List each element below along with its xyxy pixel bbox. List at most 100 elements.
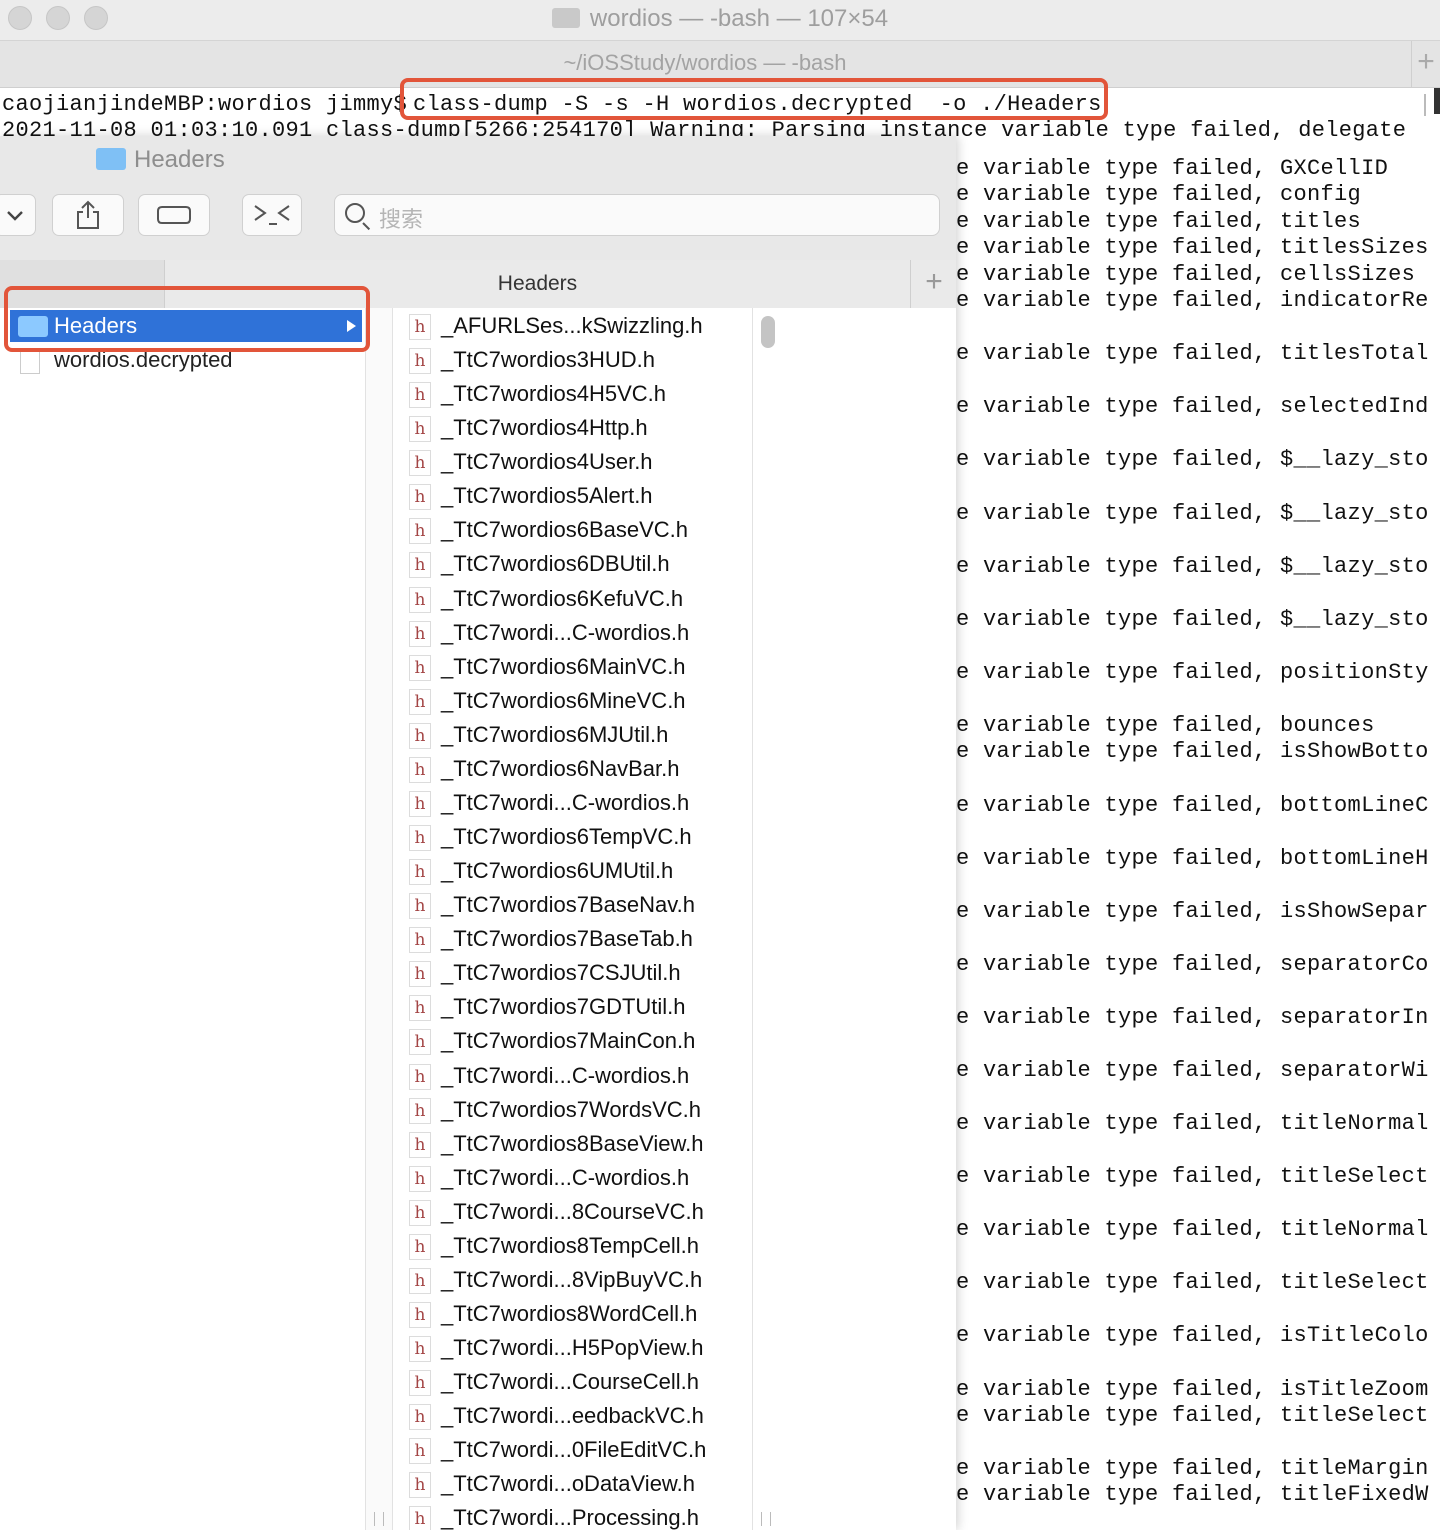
search-field[interactable]: 搜索 [334,194,940,236]
file-row[interactable]: h _TtC7wordi...8VipBuyVC.h [393,1263,753,1297]
file-row[interactable]: h _TtC7wordios8BaseView.h [393,1127,753,1161]
file-name: _TtC7wordios4H5VC.h [441,381,666,407]
file-row[interactable]: h _TtC7wordi...8CourseVC.h [393,1195,753,1229]
terminal-output-line: e variable type failed, isTitleColo [956,1323,1429,1348]
file-row[interactable]: h _TtC7wordios4Http.h [393,411,753,445]
file-row[interactable]: h _TtC7wordios8TempCell.h [393,1229,753,1263]
terminal-output-line: e variable type failed, config [956,182,1362,207]
header-file-icon: h [409,382,431,409]
file-row[interactable]: h _TtC7wordios6MineVC.h [393,684,753,718]
header-file-icon: h [409,825,431,852]
file-row[interactable]: h _TtC7wordi...CourseCell.h [393,1365,753,1399]
header-file-icon: h [409,722,431,749]
terminal-output-line: e variable type failed, isShowBotto [956,739,1429,764]
header-file-icon: h [409,484,431,511]
header-file-icon: h [409,927,431,954]
terminal-tab[interactable]: ~/iOSStudy/wordios — -bash [0,50,1410,76]
resize-grip-icon[interactable] [374,1512,384,1526]
terminal-output-line: e variable type failed, titleFixedW [956,1482,1429,1507]
file-row[interactable]: h _TtC7wordios6MJUtil.h [393,718,753,752]
file-row[interactable]: h _TtC7wordi...C-wordios.h [393,786,753,820]
file-name: _TtC7wordios7GDTUtil.h [441,994,686,1020]
header-file-icon: h [409,348,431,375]
file-row[interactable]: h _TtC7wordi...oDataView.h [393,1467,753,1501]
file-name: _TtC7wordios6MainVC.h [441,653,686,679]
scrollbar-thumb[interactable] [761,316,775,348]
file-row[interactable]: h _TtC7wordi...C-wordios.h [393,1161,753,1195]
file-name: _TtC7wordi...Processing.h [441,1505,699,1530]
file-row[interactable]: h _TtC7wordios4H5VC.h [393,377,753,411]
header-file-icon: h [409,552,431,579]
chevron-down-icon [7,211,23,221]
file-row[interactable]: h _TtC7wordios7MainCon.h [393,1024,753,1058]
header-file-icon: h [409,620,431,647]
file-row[interactable]: h _TtC7wordios6TempVC.h [393,820,753,854]
file-row[interactable]: h _TtC7wordios7BaseTab.h [393,922,753,956]
tags-button[interactable] [138,194,210,236]
file-name: _AFURLSes...kSwizzling.h [441,313,703,338]
header-file-icon: h [409,1506,431,1530]
command-highlight [400,78,1108,120]
terminal-scrollbar[interactable] [1434,88,1440,114]
file-name: _TtC7wordios6MJUtil.h [441,721,669,747]
file-row[interactable]: h _TtC7wordios6DBUtil.h [393,547,753,581]
file-row[interactable]: h _TtC7wordios4User.h [393,445,753,479]
file-name: _TtC7wordios6KefuVC.h [441,585,684,611]
file-row[interactable]: h _TtC7wordios6UMUtil.h [393,854,753,888]
file-row[interactable]: h _TtC7wordios7WordsVC.h [393,1093,753,1127]
file-row[interactable]: h _TtC7wordi...C-wordios.h [393,1059,753,1093]
file-name: _TtC7wordi...8CourseVC.h [441,1198,704,1224]
file-row[interactable]: h _TtC7wordios5Alert.h [393,479,753,513]
header-file-icon: h [409,1370,431,1397]
tag-icon [157,206,191,224]
terminal-output-line: e variable type failed, $__lazy_sto [956,447,1429,472]
file-name: _TtC7wordios4User.h [441,449,653,475]
share-icon [77,200,99,229]
file-row[interactable]: h _TtC7wordios6NavBar.h [393,752,753,786]
file-name: _TtC7wordios6NavBar.h [441,755,680,781]
file-name: _TtC7wordios3HUD.h [441,347,655,373]
finder-column-1: Headers wordios.decrypted [0,308,366,1530]
terminal-output-line: e variable type failed, separatorWi [956,1058,1429,1083]
open-in-terminal-button[interactable] [242,194,302,236]
add-column-button[interactable]: + [910,260,956,308]
header-file-icon: h [409,654,431,681]
file-name: _TtC7wordios4Http.h [441,415,648,441]
terminal-output-line: e variable type failed, titles [956,209,1362,234]
file-row[interactable]: h _TtC7wordi...H5PopView.h [393,1331,753,1365]
terminal-output-line: e variable type failed, indicatorRe [956,288,1429,313]
headers-folder-highlight [4,286,370,352]
resize-grip-icon[interactable] [761,1512,771,1526]
terminal-output-line: e variable type failed, bottomLineH [956,846,1429,871]
header-file-icon: h [409,1336,431,1363]
file-row[interactable]: h _TtC7wordios6BaseVC.h [393,513,753,547]
file-row[interactable]: h _TtC7wordios7GDTUtil.h [393,990,753,1024]
file-row[interactable]: h _TtC7wordi...0FileEditVC.h [393,1433,753,1467]
file-row[interactable]: h _TtC7wordi...eedbackVC.h [393,1399,753,1433]
new-tab-button[interactable]: + [1411,41,1440,87]
file-row[interactable]: h _TtC7wordi...C-wordios.h [393,616,753,650]
terminal-output-line: e variable type failed, titleNormal [956,1111,1429,1136]
file-row[interactable]: h _TtC7wordios7CSJUtil.h [393,956,753,990]
share-button[interactable] [52,194,124,236]
file-row[interactable]: h _TtC7wordios7BaseNav.h [393,888,753,922]
file-name: _TtC7wordios7WordsVC.h [441,1096,702,1122]
header-file-icon: h [409,1063,431,1090]
terminal-resize-mark [1418,94,1426,116]
finder-toolbar: Headers 搜索 [0,136,956,261]
file-name: _TtC7wordi...0FileEditVC.h [441,1437,707,1463]
file-row[interactable]: h _AFURLSes...kSwizzling.h [393,309,753,343]
header-file-icon: h [409,1267,431,1294]
file-row[interactable]: h _TtC7wordios6KefuVC.h [393,582,753,616]
column-divider[interactable] [366,308,392,1530]
file-name: _TtC7wordios7BaseTab.h [441,926,693,952]
header-file-icon: h [409,1029,431,1056]
view-options-button[interactable] [0,194,36,236]
file-row[interactable]: h _TtC7wordios3HUD.h [393,343,753,377]
file-row[interactable]: h _TtC7wordios8WordCell.h [393,1297,753,1331]
file-row[interactable]: h _TtC7wordios6MainVC.h [393,650,753,684]
file-row[interactable]: h _TtC7wordi...Processing.h [393,1501,753,1530]
header-file-icon: h [409,586,431,613]
terminal-output-line: e variable type failed, $__lazy_sto [956,554,1429,579]
header-file-icon: h [409,790,431,817]
